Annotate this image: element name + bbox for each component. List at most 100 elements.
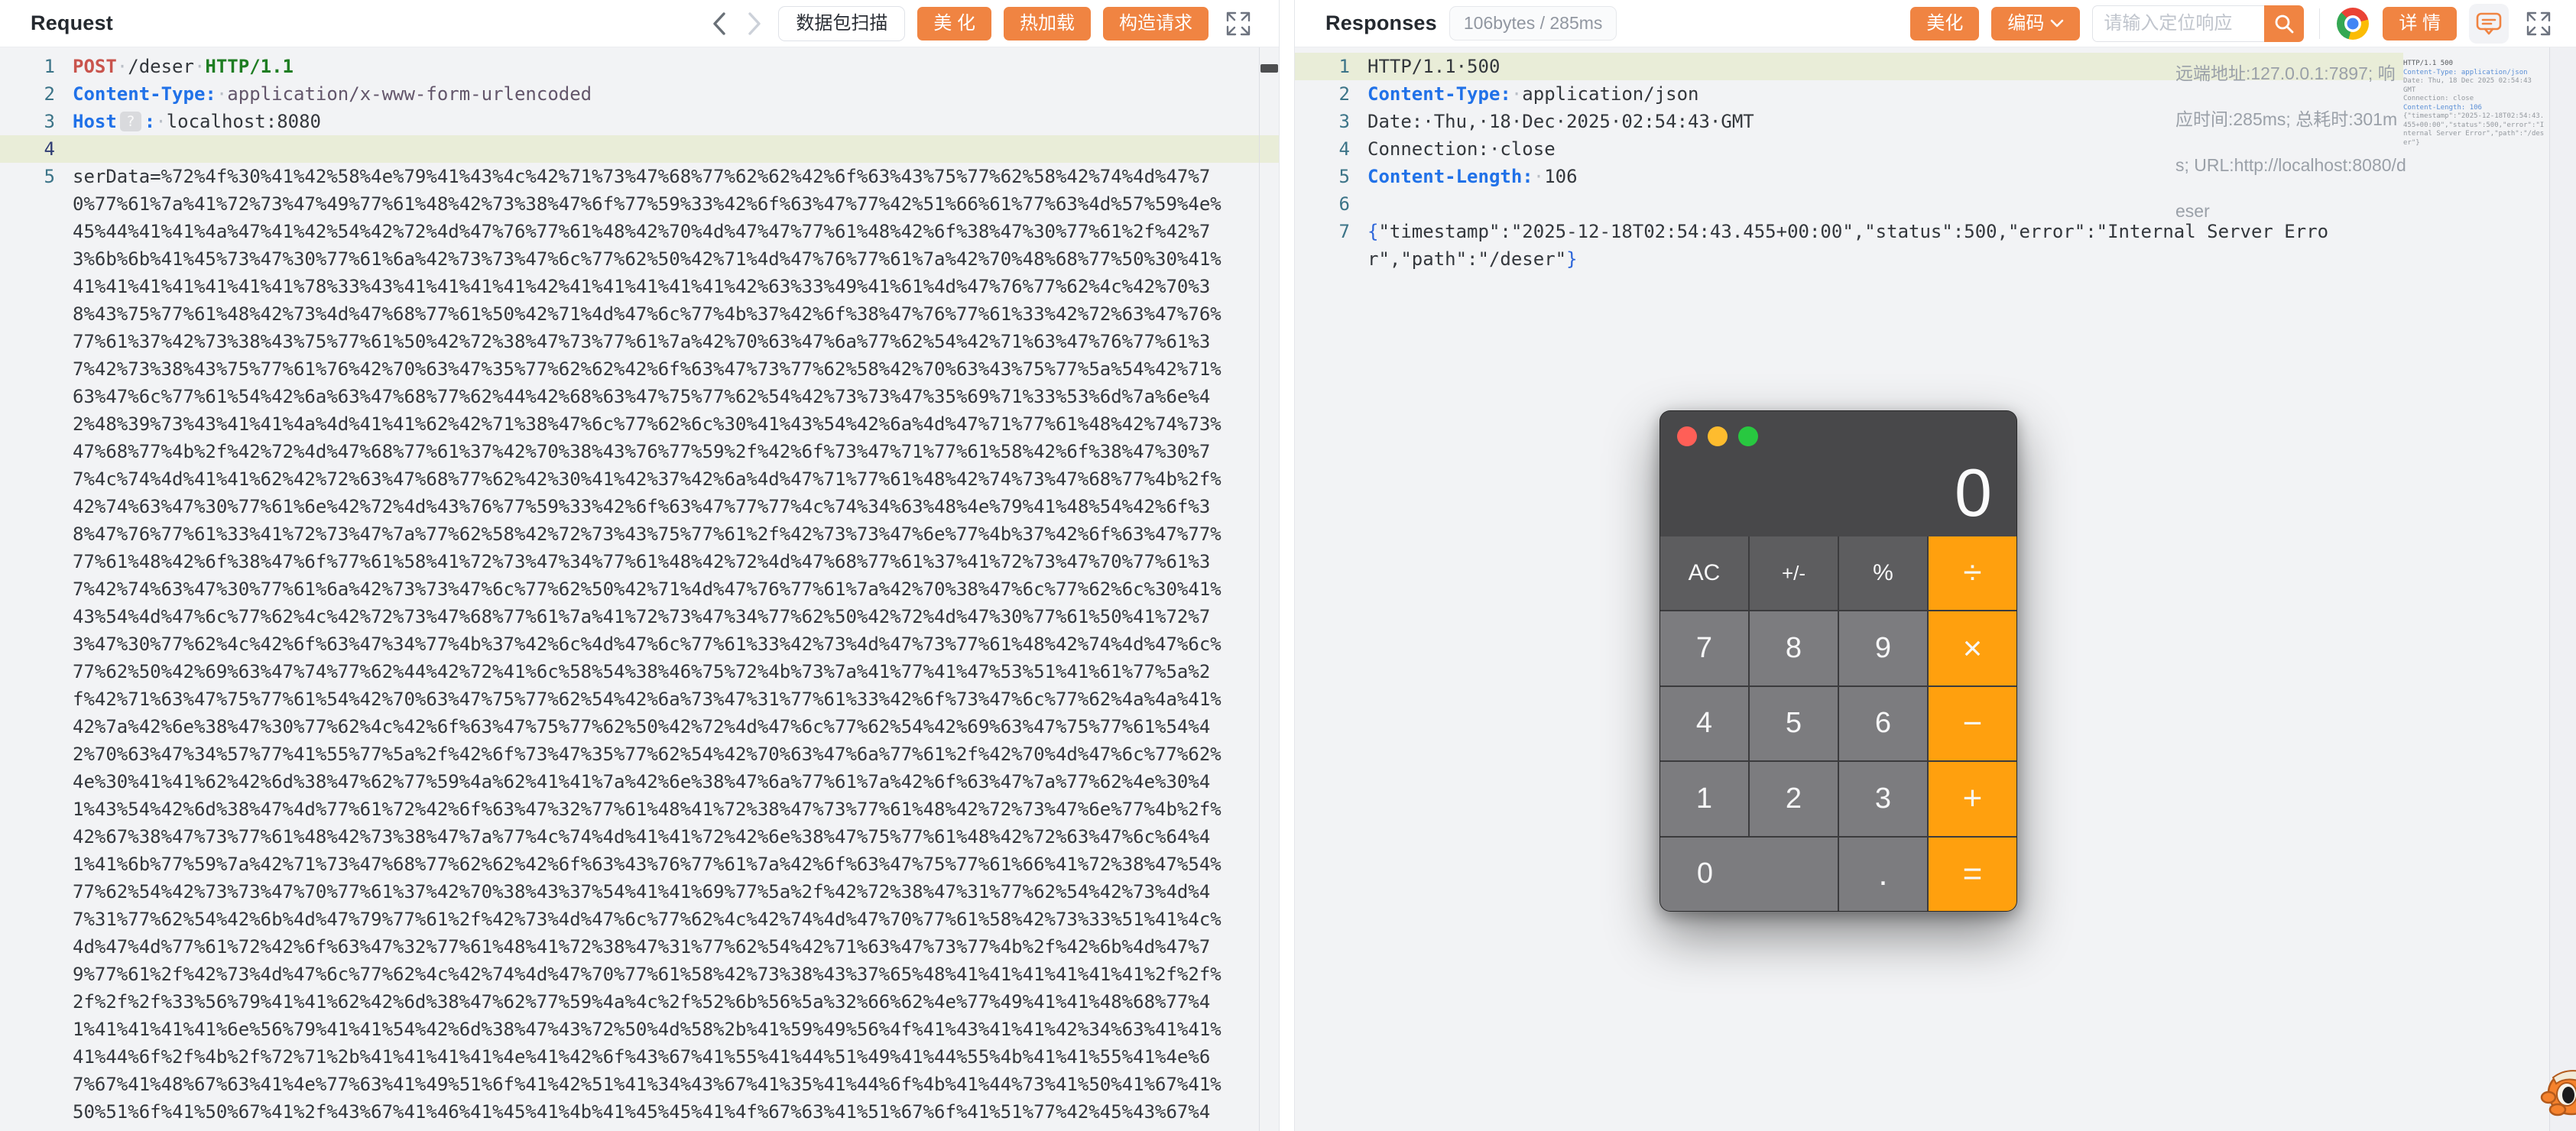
beautify-button[interactable]: 美 化 <box>917 6 991 41</box>
key-3[interactable]: 3 <box>1839 762 1927 836</box>
fullscreen-expand-icon[interactable] <box>1221 6 1256 41</box>
request-start-line: POST·/deser·HTTP/1.1 <box>73 53 294 80</box>
date-header: Date:·Thu,·18·Dec·2025·02:54:43·GMT <box>1367 111 1754 132</box>
hot-reload-button[interactable]: 热加载 <box>1004 6 1091 41</box>
line-number: 1 <box>44 56 55 77</box>
request-scrollbar-track[interactable] <box>1259 47 1260 1131</box>
search-button[interactable] <box>2264 5 2305 42</box>
minimize-window-icon[interactable] <box>1708 426 1728 446</box>
window-controls <box>1677 426 1758 446</box>
content-type-header: Content-Type:·application/x-www-form-url… <box>73 80 592 108</box>
header-key: Content-Type: <box>1367 83 1511 105</box>
key-multiply[interactable]: × <box>1929 611 2016 685</box>
header-value: application/json <box>1522 83 1699 105</box>
key-9[interactable]: 9 <box>1839 611 1927 685</box>
detail-button[interactable]: 详 情 <box>2383 6 2457 41</box>
remote-address-info: 远端地址:127.0.0.1:7897; 响应时间:285ms; 总耗时:301… <box>2175 63 2406 221</box>
minimap-line: Content-Type: application/json <box>2403 68 2528 76</box>
key-1[interactable]: 1 <box>1660 762 1748 836</box>
request-line-2: 2 Content-Type:·application/x-www-form-u… <box>0 80 1279 108</box>
app-window: Request 数据包扫描 美 化 热加载 构造请求 1 POST·/deser… <box>0 0 2576 1131</box>
key-5[interactable]: 5 <box>1750 686 1838 761</box>
key-plus-minus[interactable]: +/- <box>1750 536 1838 611</box>
brace-close: } <box>1566 248 1578 270</box>
key-0[interactable]: 0 <box>1660 837 1838 911</box>
request-line-1: 1 POST·/deser·HTTP/1.1 <box>0 53 1279 80</box>
key-divide[interactable]: ÷ <box>1929 536 2016 611</box>
encode-dropdown-button[interactable]: 编码 <box>1991 6 2081 41</box>
encode-label: 编码 <box>2007 12 2045 34</box>
response-search-input[interactable] <box>2092 5 2265 42</box>
response-title: Responses <box>1325 11 1437 34</box>
request-header: Request 数据包扫描 美 化 热加载 构造请求 <box>0 0 1279 47</box>
request-panel: Request 数据包扫描 美 化 热加载 构造请求 1 POST·/deser… <box>0 0 1280 1131</box>
key-add[interactable]: + <box>1929 762 2016 836</box>
calculator-window[interactable]: 0 AC +/- % ÷ 7 8 9 × 4 5 6 − 1 2 3 + 0 .… <box>1659 410 2017 912</box>
request-editor[interactable]: 1 POST·/deser·HTTP/1.1 2 Content-Type:·a… <box>0 47 1279 1131</box>
packet-scan-button[interactable]: 数据包扫描 <box>778 5 906 41</box>
search-icon <box>2275 15 2294 33</box>
minimap-line: Connection: close <box>2403 95 2474 102</box>
key-7[interactable]: 7 <box>1660 611 1748 685</box>
history-forward-icon[interactable] <box>743 8 766 39</box>
key-equals[interactable]: = <box>1929 837 2016 911</box>
minimap-line: Content-Length: 106 <box>2403 103 2482 112</box>
key-percent[interactable]: % <box>1839 536 1927 611</box>
header-value: localhost:8080 <box>166 111 321 132</box>
response-beautify-button[interactable]: 美化 <box>1910 6 1980 41</box>
key-8[interactable]: 8 <box>1750 611 1838 685</box>
calculator-keypad: AC +/- % ÷ 7 8 9 × 4 5 6 − 1 2 3 + 0 . = <box>1660 536 2016 911</box>
minimap-line: HTTP/1.1 500 <box>2403 60 2454 67</box>
request-path: /deser <box>128 56 194 77</box>
construct-request-button[interactable]: 构造请求 <box>1103 6 1209 41</box>
line-number: 4 <box>1338 138 1350 160</box>
response-search <box>2092 5 2305 42</box>
space-dot: · <box>216 83 228 105</box>
connection-header: Connection:·close <box>1367 138 1556 160</box>
key-decimal[interactable]: . <box>1839 837 1927 911</box>
chrome-browser-icon[interactable] <box>2335 6 2370 41</box>
key-6[interactable]: 6 <box>1839 686 1927 761</box>
line-number: 3 <box>44 111 55 132</box>
line-number: 3 <box>1338 111 1350 132</box>
editor-minimap[interactable]: HTTP/1.1 500 Content-Type: application/j… <box>2403 60 2547 147</box>
space-dot: · <box>1510 83 1523 105</box>
response-header: Responses 106bytes / 285ms 美化 编码 请输入定位响应… <box>1295 0 2576 47</box>
key-subtract[interactable]: − <box>1929 686 2016 761</box>
colon: : <box>144 111 156 132</box>
space-dot: · <box>1533 166 1545 187</box>
content-type-header: Content-Type:·application/json <box>1367 80 1698 108</box>
header-divider <box>2319 8 2321 39</box>
request-title: Request <box>31 11 113 34</box>
line-number: 4 <box>44 138 55 160</box>
line-number: 2 <box>1338 83 1350 105</box>
content-length-header: Content-Length:·106 <box>1367 163 1578 190</box>
response-size-time-badge: 106bytes / 285ms <box>1449 6 1617 41</box>
chevron-down-icon <box>2051 19 2064 27</box>
fullscreen-expand-icon[interactable] <box>2521 6 2556 41</box>
key-4[interactable]: 4 <box>1660 686 1748 761</box>
status-line: HTTP/1.1·500 <box>1367 56 1501 77</box>
space-dot: · <box>193 56 206 77</box>
minimap-line: Date: Thu, 18 Dec 2025 02:54:43 GMT <box>2403 77 2532 94</box>
line-number: 6 <box>1338 193 1350 215</box>
calculator-display-value: 0 <box>1955 455 1994 530</box>
zoom-window-icon[interactable] <box>1738 426 1758 446</box>
comment-feedback-icon[interactable] <box>2469 3 2509 44</box>
key-all-clear[interactable]: AC <box>1660 536 1748 611</box>
header-key: Host <box>73 111 117 132</box>
request-line-5: 5 serData=%72%4f%30%41%42%58%4e%79%41%43… <box>0 163 1279 1131</box>
help-question-badge[interactable]: ? <box>119 112 141 131</box>
line-number: 2 <box>44 83 55 105</box>
host-header: Host?:·localhost:8080 <box>73 108 321 135</box>
request-scrollbar-thumb[interactable] <box>1260 64 1278 73</box>
key-2[interactable]: 2 <box>1750 762 1838 836</box>
minimap-line: {"timestamp":"2025-12-18T02:54:43.455+00… <box>2403 112 2545 147</box>
header-value: application/x-www-form-urlencoded <box>227 83 592 105</box>
http-version: HTTP/1.1 <box>205 56 294 77</box>
header-key: Content-Length: <box>1367 166 1533 187</box>
calculator-display-area: 0 <box>1660 411 2016 536</box>
response-scrollbar-track[interactable] <box>2549 47 2576 1131</box>
close-window-icon[interactable] <box>1677 426 1697 446</box>
history-back-icon[interactable] <box>708 8 731 39</box>
